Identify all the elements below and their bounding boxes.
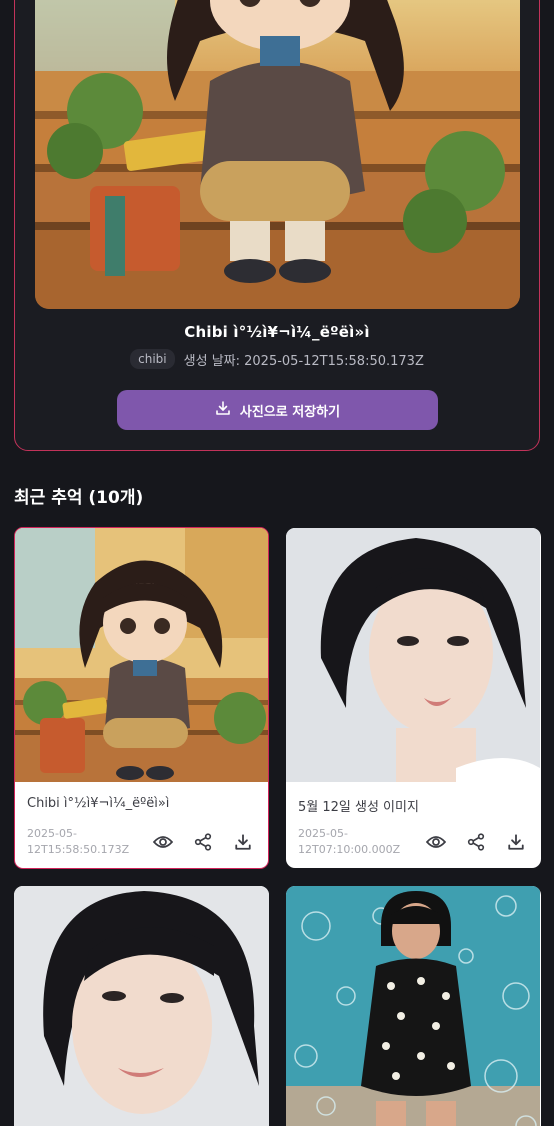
card-image[interactable]: [14, 886, 269, 1126]
share-icon[interactable]: [463, 830, 489, 854]
card-image[interactable]: [286, 886, 541, 1126]
card-body: 5월 12일 생성 이미지 2025-05-12T07:10:00.000Z: [286, 782, 541, 868]
card-body: Chibi ì°½ì¥¬ì¼_ëºëì»ì 2025-05-12T15:58:5…: [15, 782, 268, 868]
save-button-label: 사진으로 저장하기: [239, 404, 341, 420]
download-icon: [215, 400, 231, 420]
memory-card[interactable]: Chibi ì°½ì¥¬ì¼_ëºëì»ì 2025-05-12T15:58:5…: [14, 527, 269, 869]
memory-card[interactable]: [286, 886, 541, 1126]
download-icon[interactable]: [503, 830, 529, 854]
created-date: 생성 날짜: 2025-05-12T15:58:50.173Z: [183, 353, 424, 369]
card-date: 2025-05-12T07:10:00.000Z: [298, 827, 401, 856]
eye-icon[interactable]: [150, 830, 176, 854]
featured-memory-card: Chibi ì°½ì¥¬ì¼_ëºëì»ì chibi 생성 날짜: 2025-…: [14, 0, 540, 451]
tag-badge: chibi: [130, 349, 175, 369]
card-actions: [150, 830, 256, 854]
card-title: 5월 12일 생성 이미지: [298, 800, 419, 815]
memory-card[interactable]: [14, 886, 269, 1126]
featured-title: Chibi ì°½ì¥¬ì¼_ëºëì»ì: [184, 323, 370, 341]
card-image[interactable]: [286, 528, 541, 782]
card-title: Chibi ì°½ì¥¬ì¼_ëºëì»ì: [27, 796, 170, 811]
card-date: 2025-05-12T15:58:50.173Z: [27, 827, 130, 856]
eye-icon[interactable]: [423, 830, 449, 854]
save-as-photo-button[interactable]: 사진으로 저장하기: [117, 390, 438, 430]
share-icon[interactable]: [190, 830, 216, 854]
card-image[interactable]: [15, 528, 268, 782]
card-actions: [423, 830, 529, 854]
memory-card[interactable]: 5월 12일 생성 이미지 2025-05-12T07:10:00.000Z: [286, 528, 541, 868]
section-title: 최근 추억 (10개): [14, 488, 144, 508]
download-icon[interactable]: [230, 830, 256, 854]
featured-meta: chibi 생성 날짜: 2025-05-12T15:58:50.173Z: [15, 349, 539, 369]
featured-image[interactable]: [35, 0, 520, 309]
